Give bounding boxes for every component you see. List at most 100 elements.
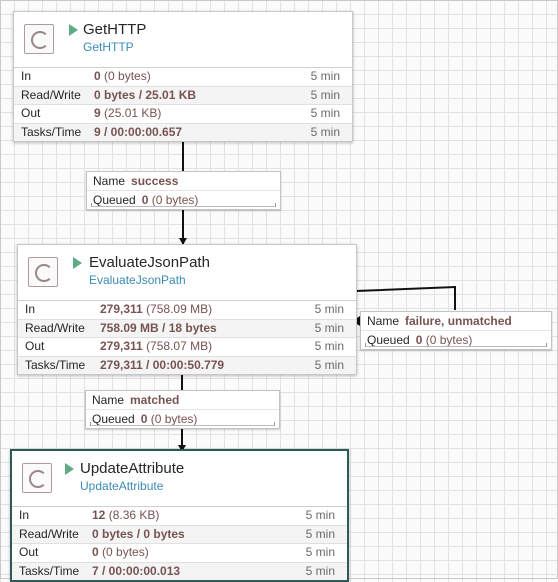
stat-time: 5 min (314, 320, 344, 335)
stat-label: Read/Write (21, 87, 81, 102)
queue-progress-bar (365, 343, 547, 347)
stat-value: 0 bytes / 25.01 KB (94, 87, 196, 105)
stat-row-readwrite: Read/Write 0 bytes / 25.01 KB 5 min (14, 86, 352, 105)
stat-size: (8.36 KB) (108, 508, 160, 522)
stat-value: 758.09 MB / 18 bytes (100, 320, 217, 338)
stat-value: 279,311 (758.07 MB) (100, 338, 212, 356)
stat-time: 5 min (305, 563, 335, 578)
stat-value: 0 (0 bytes) (94, 68, 151, 86)
connection-line-failure (355, 285, 456, 310)
processor-stats: In 0 (0 bytes) 5 min Read/Write 0 bytes … (14, 68, 352, 141)
connection-name-label: Name (367, 314, 400, 328)
stat-count: 0 bytes / 25.01 KB (94, 87, 197, 102)
connection-queued-row: Queued 0 (0 bytes) (86, 409, 279, 428)
stat-count: 279,311 (100, 339, 143, 353)
stat-row-in: In 12 (8.36 KB) 5 min (12, 507, 347, 526)
connection-name-row: Name failure, unmatched (361, 312, 551, 330)
stat-label: In (19, 508, 30, 522)
connection-name-row: Name matched (86, 391, 279, 409)
stat-count: 0 (94, 69, 101, 83)
stat-value: 9 / 00:00:00.657 (94, 124, 182, 142)
stat-label: Read/Write (25, 320, 85, 335)
stat-label: Tasks/Time (25, 357, 86, 372)
connection-name-row: Name success (87, 172, 280, 190)
stat-time: 5 min (305, 508, 335, 522)
stat-time: 5 min (314, 302, 344, 316)
stat-value: 12 (8.36 KB) (92, 507, 159, 525)
stat-label: In (25, 302, 36, 316)
stat-count: 279,311 / 00:00:50.779 (100, 357, 225, 372)
processor-name: UpdateAttribute (80, 460, 185, 477)
stat-size: (758.09 MB) (146, 302, 213, 316)
stat-row-tasks: Tasks/Time 279,311 / 00:00:50.779 5 min (18, 356, 356, 375)
stat-count: 12 (92, 508, 106, 522)
stat-count: 0 (92, 545, 99, 559)
play-icon (65, 463, 74, 475)
connection-label-failure-unmatched[interactable]: Name failure, unmatched Queued 0 (0 bytes) (360, 311, 552, 350)
stat-count: 7 / 00:00:00.013 (92, 563, 181, 578)
stat-size: (758.07 MB) (146, 339, 213, 353)
processor-name: EvaluateJsonPath (89, 254, 210, 271)
connection-name-label: Name (92, 393, 125, 407)
processor-stats: In 12 (8.36 KB) 5 min Read/Write 0 bytes… (12, 507, 347, 580)
stat-value: 279,311 (758.09 MB) (100, 301, 212, 319)
stat-time: 5 min (310, 87, 340, 102)
stat-time: 5 min (314, 357, 344, 372)
stat-size: (0 bytes) (102, 545, 149, 559)
stat-label: Tasks/Time (21, 124, 82, 139)
processor-icon (28, 257, 58, 287)
stat-row-out: Out 9 (25.01 KB) 5 min (14, 105, 352, 124)
connection-name: failure, unmatched (405, 314, 512, 328)
play-icon (69, 24, 78, 36)
connection-name: success (131, 174, 179, 188)
stat-row-tasks: Tasks/Time 7 / 00:00:00.013 5 min (12, 562, 347, 581)
stat-label: Read/Write (19, 526, 79, 541)
processor-type: UpdateAttribute (80, 479, 164, 493)
stat-label: Out (21, 106, 41, 120)
processor-type: EvaluateJsonPath (89, 273, 186, 287)
stat-row-out: Out 279,311 (758.07 MB) 5 min (18, 338, 356, 357)
connection-name: matched (130, 393, 180, 407)
stat-label: Tasks/Time (19, 563, 80, 578)
connection-queued-row: Queued 0 (0 bytes) (87, 190, 280, 209)
stat-time: 5 min (310, 124, 340, 139)
processor-type: GetHTTP (83, 40, 134, 54)
processor-stats: In 279,311 (758.09 MB) 5 min Read/Write … (18, 301, 356, 374)
stat-value: 9 (25.01 KB) (94, 105, 161, 123)
stat-count: 9 (94, 106, 101, 120)
queue-progress-bar (91, 203, 276, 207)
stat-time: 5 min (305, 526, 335, 541)
stat-time: 5 min (310, 106, 340, 120)
stat-count: 279,311 (100, 302, 143, 316)
play-icon (73, 257, 82, 269)
stat-row-readwrite: Read/Write 758.09 MB / 18 bytes 5 min (18, 319, 356, 338)
stat-value: 0 (0 bytes) (92, 544, 149, 562)
connection-queued-row: Queued 0 (0 bytes) (361, 330, 551, 349)
connection-label-success[interactable]: Name success Queued 0 (0 bytes) (86, 171, 281, 210)
connection-name-label: Name (93, 174, 126, 188)
stat-time: 5 min (305, 545, 335, 559)
queue-progress-bar (90, 422, 275, 426)
stat-count: 9 / 00:00:00.657 (94, 124, 183, 139)
stat-time: 5 min (310, 69, 340, 83)
stat-row-in: In 0 (0 bytes) 5 min (14, 68, 352, 87)
stat-label: Out (25, 339, 45, 353)
connection-label-matched[interactable]: Name matched Queued 0 (0 bytes) (85, 390, 280, 429)
processor-evaluatejsonpath[interactable]: EvaluateJsonPath EvaluateJsonPath In 279… (17, 244, 357, 375)
stat-label: In (21, 69, 32, 83)
stat-count: 0 bytes / 0 bytes (92, 526, 185, 541)
stat-value: 0 bytes / 0 bytes (92, 526, 185, 544)
stat-time: 5 min (314, 339, 344, 353)
stat-row-readwrite: Read/Write 0 bytes / 0 bytes 5 min (12, 525, 347, 544)
stat-size: (0 bytes) (104, 69, 151, 83)
stat-label: Out (19, 545, 39, 559)
stat-size: (25.01 KB) (104, 106, 162, 120)
stat-row-in: In 279,311 (758.09 MB) 5 min (18, 301, 356, 320)
stat-row-out: Out 0 (0 bytes) 5 min (12, 544, 347, 563)
stat-value: 7 / 00:00:00.013 (92, 563, 180, 581)
processor-icon (24, 24, 54, 54)
stat-value: 279,311 / 00:00:50.779 (100, 357, 224, 375)
processor-gethttp[interactable]: GetHTTP GetHTTP In 0 (0 bytes) 5 min Rea… (13, 11, 353, 142)
processor-updateattribute[interactable]: UpdateAttribute UpdateAttribute In 12 (8… (10, 449, 349, 582)
stat-count: 758.09 MB / 18 bytes (100, 320, 217, 335)
